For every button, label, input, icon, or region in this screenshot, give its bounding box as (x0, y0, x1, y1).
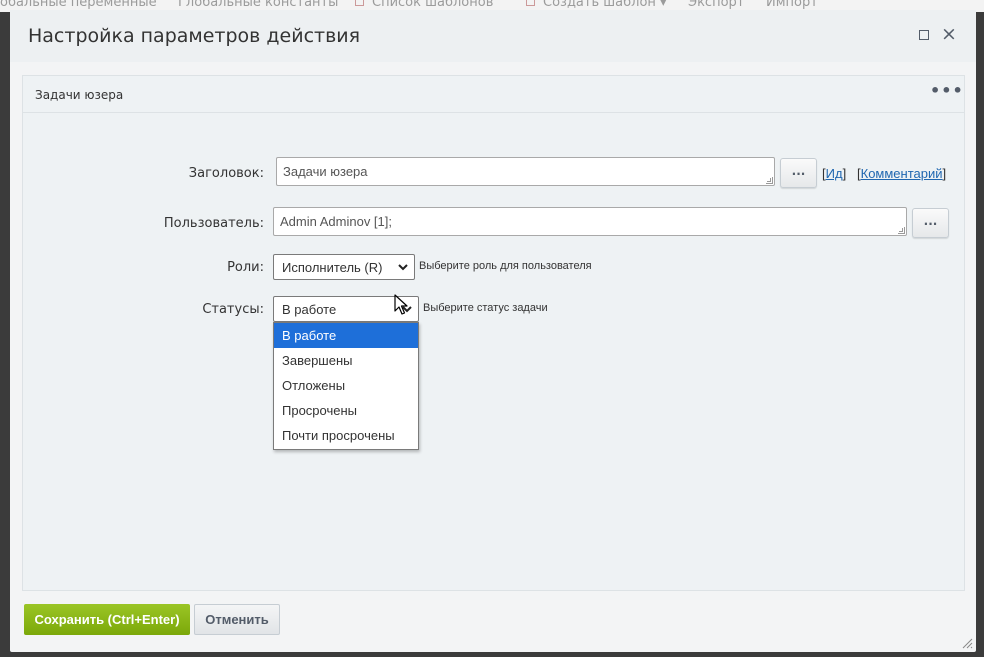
title-links: [Ид] [Комментарий] (822, 166, 947, 181)
role-label: Роли: (227, 260, 264, 275)
maximize-icon[interactable] (916, 27, 932, 43)
add-icon (526, 0, 535, 6)
settings-panel: Задачи юзера ••• Заголовок: Задачи юзера… (22, 75, 965, 591)
comment-link[interactable]: Комментарий (861, 166, 943, 181)
title-label: Заголовок: (188, 166, 264, 181)
more-icon[interactable]: ••• (930, 83, 963, 104)
role-select-value: Исполнитель (R) (282, 260, 383, 275)
list-icon (355, 0, 364, 6)
resize-grip-icon[interactable] (898, 227, 905, 234)
dialog-header[interactable]: Настройка параметров действия × (10, 10, 976, 62)
bg-nav-import[interactable]: Импорт (766, 0, 818, 10)
status-option[interactable]: Просрочены (274, 398, 418, 423)
panel-title: Задачи юзера (35, 88, 124, 102)
user-picker-button[interactable]: ... (912, 208, 949, 238)
user-field-value: Admin Adminov [1]; (280, 214, 392, 229)
status-label: Статусы: (202, 302, 264, 317)
status-option[interactable]: В работе (274, 323, 418, 348)
user-field[interactable]: Admin Adminov [1]; (273, 207, 907, 236)
bg-nav-export[interactable]: Экспорт (688, 0, 744, 10)
bg-nav-template-list-label: Список шаблонов (372, 0, 494, 10)
title-picker-button[interactable]: ... (780, 158, 817, 188)
bg-nav-template-list[interactable]: Список шаблонов (355, 0, 493, 10)
bg-nav-create-template-label: Создать шаблон ▾ (543, 0, 667, 10)
role-hint: Выберите роль для пользователя (419, 260, 592, 272)
title-field[interactable]: Задачи юзера (276, 157, 775, 186)
id-link[interactable]: Ид (826, 166, 843, 181)
dialog-resize-grip-icon[interactable] (962, 638, 973, 649)
dialog-title: Настройка параметров действия (28, 25, 361, 47)
status-hint: Выберите статус задачи (423, 302, 548, 314)
save-button[interactable]: Сохранить (Ctrl+Enter) (24, 604, 190, 635)
chevron-down-icon (398, 264, 408, 271)
status-dropdown-list: В работе Завершены Отложены Просрочены П… (273, 322, 419, 450)
bg-nav-create-template[interactable]: Создать шаблон ▾ (526, 0, 667, 10)
user-label: Пользователь: (163, 216, 264, 231)
action-settings-dialog: Настройка параметров действия × Задачи ю… (10, 10, 976, 652)
status-option[interactable]: Отложены (274, 373, 418, 398)
bg-nav-global-variables[interactable]: обальные переменные (0, 0, 157, 10)
panel-header: Задачи юзера ••• (23, 76, 964, 113)
title-field-value: Задачи юзера (283, 164, 368, 179)
mouse-cursor-icon (394, 294, 408, 315)
bg-nav-global-constants[interactable]: Глобальные константы (178, 0, 338, 10)
status-option[interactable]: Почти просрочены (274, 423, 418, 448)
status-option[interactable]: Завершены (274, 348, 418, 373)
resize-grip-icon[interactable] (766, 177, 773, 184)
cancel-button[interactable]: Отменить (194, 604, 280, 635)
role-select[interactable]: Исполнитель (R) (273, 254, 415, 280)
status-select-value: В работе (282, 302, 337, 317)
close-icon[interactable]: × (941, 25, 957, 44)
